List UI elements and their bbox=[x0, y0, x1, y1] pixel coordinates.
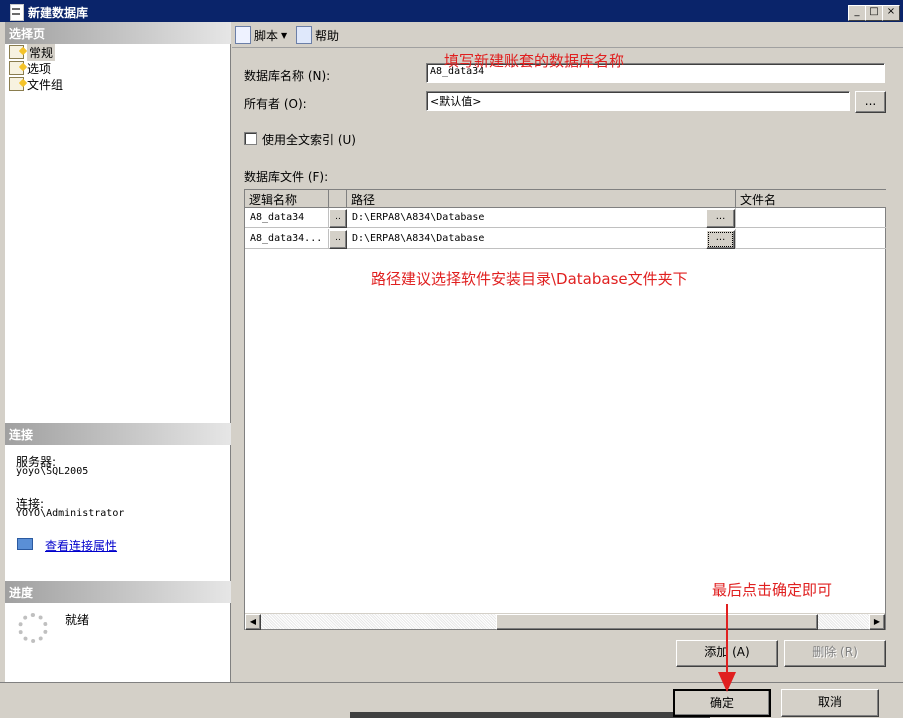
owner-browse-button[interactable]: ... bbox=[855, 91, 886, 113]
dropdown-arrow-icon: ▼ bbox=[281, 30, 288, 40]
row-small-browse-button[interactable]: .. bbox=[329, 230, 347, 249]
column-header-spacer bbox=[329, 190, 347, 208]
title-bar[interactable]: 新建数据库 _ □ × bbox=[0, 0, 903, 22]
sidebar-item-options[interactable]: 选项 bbox=[9, 60, 51, 76]
column-header-filename[interactable]: 文件名 bbox=[736, 190, 886, 208]
cancel-button[interactable]: 取消 bbox=[781, 689, 879, 717]
table-row-filename[interactable] bbox=[736, 208, 886, 228]
script-label: 脚本 bbox=[254, 28, 279, 43]
scroll-left-icon[interactable]: ◀ bbox=[245, 614, 261, 630]
db-files-label: 数据库文件 (F): bbox=[244, 170, 329, 184]
fulltext-checkbox[interactable] bbox=[244, 132, 257, 145]
page-icon bbox=[9, 61, 24, 75]
table-row-logical[interactable]: A8_data34... bbox=[245, 229, 329, 249]
bottom-shadow-strip bbox=[350, 712, 710, 718]
table-row-path[interactable]: D:\ERPA8\A834\Database bbox=[347, 208, 736, 228]
select-page-header: 选择页 bbox=[5, 22, 231, 44]
close-button[interactable]: × bbox=[882, 5, 900, 21]
progress-spinner-icon bbox=[18, 613, 48, 643]
path-browse-button[interactable]: ... bbox=[706, 209, 735, 228]
page-icon bbox=[9, 45, 24, 59]
red-arrow-icon bbox=[718, 604, 736, 692]
progress-status: 就绪 bbox=[65, 613, 90, 627]
minimize-button[interactable]: _ bbox=[848, 5, 866, 21]
row-small-browse-button[interactable]: .. bbox=[329, 209, 347, 228]
annotation-db-name: 填写新建账套的数据库名称 bbox=[444, 52, 625, 70]
table-row-filename[interactable] bbox=[736, 229, 886, 249]
connection-properties-icon bbox=[17, 538, 33, 550]
table-row-path[interactable]: D:\ERPA8\A834\Database bbox=[347, 229, 736, 249]
column-header-logical[interactable]: 逻辑名称 bbox=[245, 190, 329, 208]
db-name-label: 数据库名称 (N): bbox=[244, 69, 331, 83]
progress-header: 进度 bbox=[5, 581, 231, 603]
toolbar: 脚本 ▼ 帮助 bbox=[232, 22, 903, 48]
maximize-button[interactable]: □ bbox=[865, 5, 883, 21]
database-icon bbox=[10, 4, 24, 21]
page-icon bbox=[9, 77, 24, 91]
db-files-table[interactable]: 逻辑名称 路径 文件名 A8_data34 .. D:\ERPA8\A834\D… bbox=[244, 189, 886, 630]
scrollbar-thumb[interactable] bbox=[496, 614, 818, 630]
annotation-ok: 最后点击确定即可 bbox=[712, 581, 833, 599]
owner-label: 所有者 (O): bbox=[244, 97, 307, 111]
connection-value: YOYO\Administrator bbox=[16, 508, 125, 519]
sidebar-item-label: 选项 bbox=[27, 61, 52, 76]
scroll-right-icon[interactable]: ▶ bbox=[869, 614, 885, 630]
help-button[interactable]: 帮助 bbox=[296, 25, 339, 45]
sidebar-item-label: 常规 bbox=[27, 43, 56, 61]
server-value: yoyo\SQL2005 bbox=[16, 466, 89, 477]
help-label: 帮助 bbox=[315, 28, 340, 43]
sidebar-item-general[interactable]: 常规 bbox=[9, 43, 56, 61]
path-browse-button[interactable]: ... bbox=[706, 230, 735, 249]
column-header-path[interactable]: 路径 bbox=[347, 190, 736, 208]
script-button[interactable]: 脚本 ▼ bbox=[235, 25, 287, 45]
fulltext-label: 使用全文索引 (U) bbox=[262, 133, 356, 147]
sidebar: 选择页 常规 选项 文件组 连接 服务器: yoyo\SQL2005 连接: Y… bbox=[5, 22, 231, 682]
window-title: 新建数据库 bbox=[28, 6, 89, 20]
annotation-path: 路径建议选择软件安装目录\Database文件夹下 bbox=[371, 270, 688, 288]
view-connection-properties-link[interactable]: 查看连接属性 bbox=[45, 537, 117, 554]
help-icon bbox=[296, 26, 312, 44]
owner-input[interactable]: <默认值> bbox=[426, 91, 850, 111]
horizontal-scrollbar[interactable]: ◀ ▶ bbox=[245, 613, 885, 630]
remove-button[interactable]: 删除 (R) bbox=[784, 640, 886, 667]
sidebar-item-label: 文件组 bbox=[27, 77, 64, 92]
table-row-logical[interactable]: A8_data34 bbox=[245, 208, 329, 228]
connection-header: 连接 bbox=[5, 423, 231, 445]
script-icon bbox=[235, 26, 251, 44]
sidebar-item-filegroups[interactable]: 文件组 bbox=[9, 76, 63, 92]
